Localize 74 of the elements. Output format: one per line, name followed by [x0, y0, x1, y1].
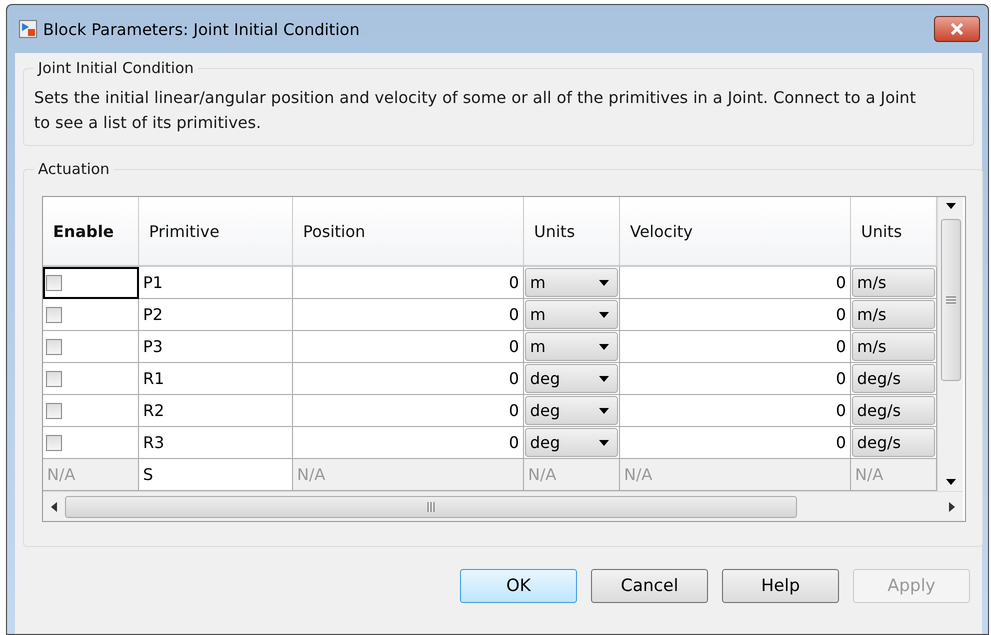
column-header[interactable]: Velocity: [620, 197, 851, 267]
units-dropdown[interactable]: m: [525, 300, 618, 329]
table-cell: P1: [139, 267, 293, 299]
table-cell: N/A: [43, 459, 139, 491]
column-header[interactable]: Primitive: [139, 197, 293, 267]
enable-checkbox[interactable]: [43, 427, 139, 459]
table-cell: N/A: [851, 459, 937, 491]
horizontal-scrollbar[interactable]: [43, 491, 963, 521]
velocity-field[interactable]: 0: [620, 363, 851, 395]
grip-icon: [946, 296, 956, 304]
column-header[interactable]: Units: [524, 197, 620, 267]
close-icon: [950, 23, 964, 35]
velocity-field[interactable]: 0: [620, 299, 851, 331]
units-dropdown[interactable]: m: [525, 268, 618, 297]
dropdown-arrow-icon: [599, 408, 609, 414]
units-dropdown[interactable]: deg/s: [852, 364, 935, 393]
velocity-field[interactable]: 0: [620, 395, 851, 427]
enable-checkbox[interactable]: [43, 363, 139, 395]
table-cell: R1: [139, 363, 293, 395]
units-dropdown[interactable]: m: [525, 332, 618, 361]
scroll-thumb[interactable]: [940, 219, 960, 381]
dropdown-arrow-icon: [946, 479, 956, 485]
table-cell: S: [139, 459, 293, 491]
table-cell: R2: [139, 395, 293, 427]
dropdown-arrow-icon: [599, 440, 609, 446]
units-dropdown[interactable]: m/s: [852, 300, 935, 329]
vertical-scrollbar[interactable]: [937, 197, 963, 491]
dialog-button[interactable]: OK: [460, 569, 577, 603]
units-dropdown[interactable]: m/s: [852, 332, 935, 361]
dropdown-arrow-icon: [599, 280, 609, 286]
dropdown-arrow-icon: [599, 376, 609, 382]
velocity-field[interactable]: 0: [620, 331, 851, 363]
table-cell: R3: [139, 427, 293, 459]
column-header[interactable]: Enable: [43, 197, 139, 267]
grip-icon: [427, 502, 435, 512]
table-cell: P2: [139, 299, 293, 331]
units-dropdown[interactable]: m/s: [852, 268, 935, 297]
velocity-field[interactable]: 0: [620, 267, 851, 299]
enable-checkbox[interactable]: [43, 267, 139, 299]
table-cell: N/A: [293, 459, 524, 491]
table-cell: N/A: [620, 459, 851, 491]
position-field[interactable]: 0: [293, 299, 524, 331]
enable-checkbox[interactable]: [43, 331, 139, 363]
position-field[interactable]: 0: [293, 267, 524, 299]
units-dropdown[interactable]: deg/s: [852, 396, 935, 425]
velocity-field[interactable]: 0: [620, 427, 851, 459]
units-dropdown[interactable]: deg: [525, 428, 618, 457]
position-field[interactable]: 0: [293, 395, 524, 427]
dropdown-arrow-icon: [599, 312, 609, 318]
units-dropdown[interactable]: deg: [525, 364, 618, 393]
scroll-right-icon: [949, 502, 955, 512]
scroll-thumb[interactable]: [65, 496, 797, 518]
dialog-button[interactable]: Cancel: [591, 569, 708, 603]
units-dropdown[interactable]: deg/s: [852, 428, 935, 457]
window-title: Block Parameters: Joint Initial Condition: [43, 20, 361, 38]
dialog-button[interactable]: Help: [722, 569, 839, 603]
scroll-left-icon: [51, 502, 57, 512]
position-field[interactable]: 0: [293, 331, 524, 363]
table-cell: P3: [139, 331, 293, 363]
app-icon: [19, 20, 37, 38]
arrow-icon: [946, 203, 956, 209]
enable-checkbox[interactable]: [43, 395, 139, 427]
group-title: Actuation: [37, 160, 111, 178]
position-field[interactable]: 0: [293, 363, 524, 395]
description-text: Sets the initial linear/angular position and velocity of some or all of the primitives in a Joint. Connect to a Joint to see a list of its primitives.: [34, 87, 917, 134]
column-header[interactable]: Units: [851, 197, 937, 267]
column-header[interactable]: Position: [293, 197, 524, 267]
position-field[interactable]: 0: [293, 427, 524, 459]
units-dropdown[interactable]: deg: [525, 396, 618, 425]
group-title: Joint Initial Condition: [36, 59, 195, 77]
close-button[interactable]: [934, 16, 980, 42]
table-cell: N/A: [524, 459, 620, 491]
dropdown-arrow-icon: [599, 344, 609, 350]
enable-checkbox[interactable]: [43, 299, 139, 331]
